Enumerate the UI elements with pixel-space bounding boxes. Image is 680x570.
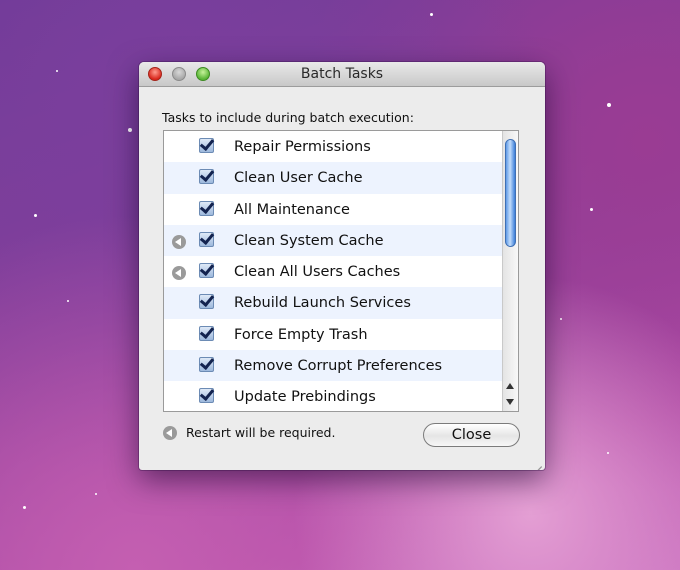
task-row-remove-corrupt-preferences[interactable]: Remove Corrupt Preferences bbox=[164, 350, 518, 382]
vertical-scrollbar[interactable] bbox=[502, 131, 518, 411]
star bbox=[128, 128, 132, 132]
task-checkbox-repair-permissions[interactable] bbox=[199, 138, 214, 153]
task-label: Clean System Cache bbox=[234, 232, 384, 249]
task-checkbox-all-maintenance[interactable] bbox=[199, 200, 214, 216]
star bbox=[56, 70, 58, 72]
close-button[interactable]: Close bbox=[423, 423, 520, 447]
star bbox=[560, 318, 562, 320]
task-label: Repair Permissions bbox=[234, 139, 371, 155]
intro-label: Tasks to include during batch execution: bbox=[162, 110, 414, 125]
task-label: Rebuild Launch Services bbox=[234, 295, 411, 312]
scroll-up-arrow-icon[interactable] bbox=[506, 383, 514, 389]
task-checkbox-clean-user-cache[interactable] bbox=[199, 169, 214, 185]
restart-notice: Restart will be required. bbox=[186, 425, 336, 440]
restart-indicator-icon bbox=[163, 426, 177, 440]
batch-tasks-window: Batch Tasks Tasks to include during batc… bbox=[139, 62, 545, 470]
star bbox=[23, 506, 26, 509]
task-row-force-empty-trash[interactable]: Force Empty Trash bbox=[164, 319, 518, 350]
title-bar[interactable]: Batch Tasks bbox=[139, 62, 545, 87]
star bbox=[607, 452, 609, 454]
star bbox=[95, 493, 97, 495]
task-checkbox-update-prebindings[interactable] bbox=[199, 388, 214, 404]
star bbox=[590, 208, 593, 211]
star bbox=[34, 214, 37, 217]
scroll-down-arrow-icon[interactable] bbox=[506, 399, 514, 405]
task-label: Update Prebindings bbox=[234, 389, 376, 406]
task-checkbox-force-empty-trash[interactable] bbox=[199, 325, 214, 341]
task-label: All Maintenance bbox=[234, 201, 350, 218]
task-label: Clean User Cache bbox=[234, 170, 363, 187]
task-row-clean-user-cache[interactable]: Clean User Cache bbox=[164, 162, 518, 194]
star bbox=[607, 103, 611, 107]
resize-grip-icon[interactable] bbox=[531, 456, 542, 470]
restart-indicator-icon bbox=[172, 266, 186, 281]
task-row-rebuild-launch-services[interactable]: Rebuild Launch Services bbox=[164, 287, 518, 319]
star bbox=[67, 300, 69, 302]
task-row-clean-all-users-caches[interactable]: Clean All Users Caches bbox=[164, 256, 518, 287]
window-title: Batch Tasks bbox=[300, 66, 384, 82]
scrollbar-thumb[interactable] bbox=[505, 139, 516, 247]
task-checkbox-remove-corrupt-preferences[interactable] bbox=[199, 357, 214, 373]
task-label: Clean All Users Caches bbox=[234, 264, 401, 281]
task-row-clean-system-cache[interactable]: Clean System Cache bbox=[164, 224, 518, 257]
task-checkbox-clean-all-users-caches[interactable] bbox=[199, 263, 214, 279]
task-label: Remove Corrupt Preferences bbox=[234, 358, 443, 375]
task-checkbox-clean-system-cache[interactable] bbox=[199, 231, 214, 247]
star bbox=[430, 13, 433, 16]
task-row-all-maintenance[interactable]: All Maintenance bbox=[164, 194, 518, 225]
task-label: Force Empty Trash bbox=[234, 326, 368, 343]
task-list: Repair Permissions Clean User Cache All … bbox=[163, 130, 519, 412]
restart-indicator-icon bbox=[172, 234, 186, 249]
task-row-repair-permissions[interactable]: Repair Permissions bbox=[164, 131, 518, 162]
task-row-update-prebindings[interactable]: Update Prebindings bbox=[164, 381, 518, 411]
task-checkbox-rebuild-launch-services[interactable] bbox=[199, 294, 214, 310]
